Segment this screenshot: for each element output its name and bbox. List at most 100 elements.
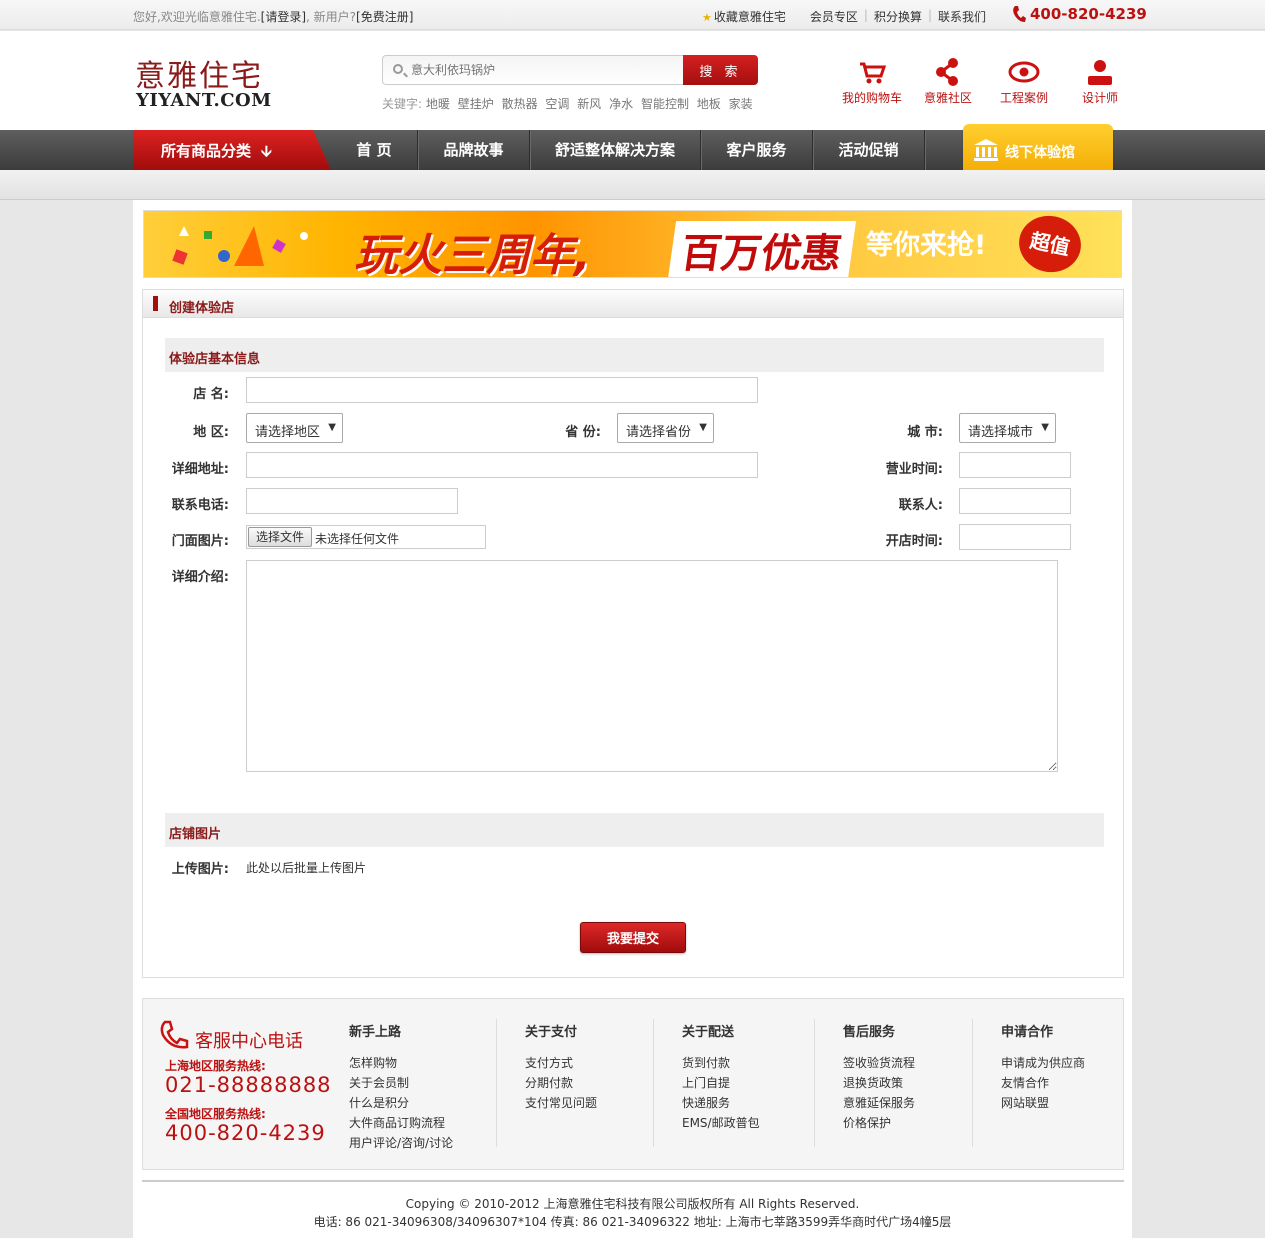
contact-person-input[interactable] [959,488,1071,514]
submit-button[interactable]: 我要提交 [580,922,686,953]
footer-link[interactable]: 什么是积分 [349,1094,453,1114]
cart-link[interactable]: 我的购物车 [834,55,910,106]
banner-text-discount: 百万优惠 [667,221,857,277]
shanghai-hotline-number: 021-88888888 [165,1073,332,1097]
bookmark-link[interactable]: ★ 收藏意雅住宅 [702,8,786,25]
register-link[interactable]: [免费注册] [356,10,413,24]
region-label: 地 区: [193,425,229,440]
banner-badge: 超值 [1013,211,1087,277]
business-hours-input[interactable] [959,452,1071,478]
footer-link[interactable]: 大件商品订购流程 [349,1114,453,1134]
keyword-link[interactable]: 家装 [729,97,753,111]
footer-link[interactable]: 意雅延保服务 [843,1094,915,1114]
intro-textarea[interactable] [246,560,1058,772]
all-categories-button[interactable]: 所有商品分类 🡫 [133,130,331,170]
choose-file-button[interactable]: 选择文件 [248,527,313,547]
cases-link[interactable]: 工程案例 [986,55,1062,106]
logo-chinese[interactable]: 意雅住宅 [135,51,263,95]
main-nav: 所有商品分类 🡫 首 页 品牌故事 舒适整体解决方案 客户服务 活动促销 线下体验… [0,124,1265,179]
footer-link[interactable]: 货到付款 [682,1054,760,1074]
arrow-down-icon: 🡫 [261,142,272,160]
caret-down-icon: ▼ [1041,422,1049,433]
upload-photos-label: 上传图片: [171,862,229,877]
footer-link[interactable]: 支付方式 [525,1054,597,1074]
contact-link[interactable]: 联系我们 [938,8,986,25]
welcome-text: 您好,欢迎光临意雅住宅.[请登录], 新用户?[免费注册] [133,8,413,25]
keyword-link[interactable]: 空调 [545,97,569,111]
footer-link[interactable]: 支付常见问题 [525,1094,597,1114]
caret-down-icon: ▼ [328,422,336,433]
eye-icon [1008,61,1040,83]
points-link[interactable]: 积分换算 [874,8,922,25]
footer-link[interactable]: 快递服务 [682,1094,760,1114]
search-button[interactable]: 搜 索 [683,55,758,85]
footer-link[interactable]: 上门自提 [682,1074,760,1094]
footer-link[interactable]: 分期付款 [525,1074,597,1094]
store-name-input[interactable] [246,377,758,403]
search-box [382,55,684,85]
member-link[interactable]: 会员专区 [810,8,858,25]
footer-link[interactable]: 用户评论/咨询/讨论 [349,1134,453,1154]
logo-english[interactable]: YIYANT.COM [136,90,272,111]
nav-home[interactable]: 首 页 [331,130,418,170]
section-store-photos: 店铺图片 [165,813,1104,847]
shanghai-hotline-label: 上海地区服务热线: [165,1059,266,1073]
keyword-link[interactable]: 新风 [577,97,601,111]
keyword-link[interactable]: 智能控制 [641,97,689,111]
divider [972,1019,973,1147]
community-link[interactable]: 意雅社区 [910,55,986,106]
open-date-input[interactable] [959,524,1071,550]
designer-link[interactable]: 设计师 [1062,55,1138,106]
footer-link[interactable]: 申请成为供应商 [1001,1054,1085,1074]
share-icon [936,58,958,86]
title-bar-marker [153,296,158,311]
footer-link[interactable]: 怎样购物 [349,1054,453,1074]
footer-column-partnership: 申请合作 申请成为供应商 友情合作 网站联盟 [1001,1021,1085,1114]
service-title: 客服中心电话 [195,1031,303,1052]
contact-person-label: 联系人: [898,498,943,513]
storefront-photo-file-input[interactable]: 选择文件 未选择任何文件 [246,525,486,549]
footer-link[interactable]: EMS/邮政普包 [682,1114,760,1134]
national-hotline-number: 400-820-4239 [165,1121,326,1145]
nav-customer-service[interactable]: 客户服务 [701,130,813,170]
login-link[interactable]: [请登录] [261,10,306,24]
address-input[interactable] [246,452,758,478]
star-icon: ★ [702,11,712,24]
phone-input[interactable] [246,488,458,514]
cases-label: 工程案例 [999,91,1048,105]
city-label: 城 市: [907,425,943,440]
nav-promotions[interactable]: 活动促销 [813,130,925,170]
search-icon [393,64,403,74]
city-select-value: 请选择城市 [968,425,1034,440]
panel-header: 创建体验店 [143,290,1123,318]
search-input[interactable] [411,61,671,79]
city-select[interactable]: 请选择城市 ▼ [959,413,1056,443]
divider: | [863,8,868,22]
keyword-link[interactable]: 散热器 [502,97,538,111]
footer-link[interactable]: 签收验货流程 [843,1054,915,1074]
keyword-link[interactable]: 地暖 [426,97,450,111]
province-select[interactable]: 请选择省份 ▼ [617,413,714,443]
footer-column-title: 关于配送 [682,1025,735,1040]
footer-link[interactable]: 网站联盟 [1001,1094,1085,1114]
promo-banner[interactable]: 玩火三周年, 百万优惠 等你来抢! 超值 [143,210,1122,278]
footer-link[interactable]: 关于会员制 [349,1074,453,1094]
divider [496,1019,497,1147]
keywords: 关键字: 地暖 壁挂炉 散热器 空调 新风 净水 智能控制 地板 家装 [382,95,757,112]
hotline: 400-820-4239 [1012,5,1147,23]
keyword-link[interactable]: 净水 [609,97,633,111]
storefront-photo-label: 门面图片: [171,534,229,549]
nav-solutions[interactable]: 舒适整体解决方案 [530,130,701,170]
region-select[interactable]: 请选择地区 ▼ [246,413,343,443]
cart-label: 我的购物车 [841,91,902,105]
province-label: 省 份: [565,425,601,440]
keyword-link[interactable]: 地板 [697,97,721,111]
nav-brand-story[interactable]: 品牌故事 [418,130,530,170]
cart-icon [860,62,887,84]
contact-info-text: 电话: 86 021-34096308/34096307*104 传真: 86 … [313,1215,952,1229]
keyword-link[interactable]: 壁挂炉 [458,97,494,111]
footer-link[interactable]: 友情合作 [1001,1074,1085,1094]
footer-link[interactable]: 退换货政策 [843,1074,915,1094]
footer-link[interactable]: 价格保护 [843,1114,915,1134]
caret-down-icon: ▼ [699,422,707,433]
